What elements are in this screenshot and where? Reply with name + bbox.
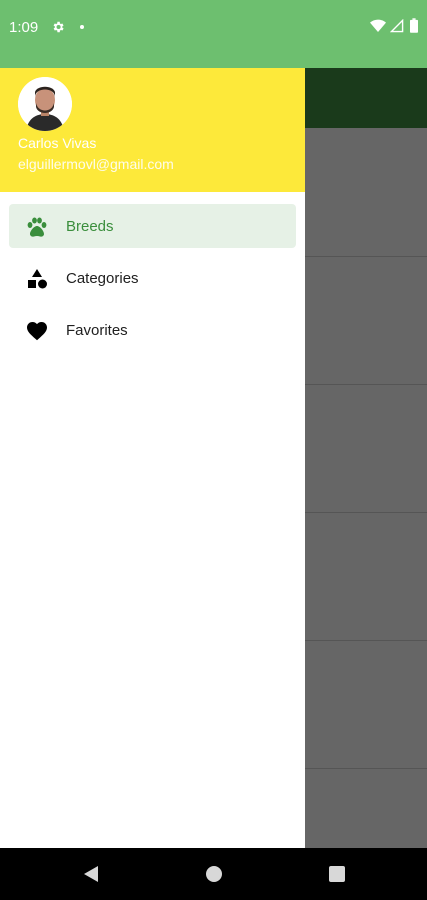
background-list[interactable] bbox=[305, 128, 427, 848]
navigation-drawer: Carlos Vivas elguillermovl@gmail.com Bre… bbox=[0, 68, 305, 848]
user-name: Carlos Vivas bbox=[18, 135, 97, 151]
back-icon[interactable] bbox=[82, 865, 100, 883]
paw-icon bbox=[27, 217, 47, 237]
heart-icon bbox=[27, 322, 47, 341]
recents-icon[interactable] bbox=[329, 866, 345, 882]
signal-icon bbox=[390, 19, 404, 33]
avatar-photo bbox=[18, 77, 72, 131]
background-app-bar bbox=[305, 68, 427, 128]
menu-item-categories[interactable]: Categories bbox=[9, 256, 296, 300]
gear-icon bbox=[53, 21, 64, 33]
notification-dot bbox=[80, 25, 84, 29]
menu-item-favorites[interactable]: Favorites bbox=[9, 308, 296, 352]
shapes-icon bbox=[28, 269, 47, 289]
system-nav-bar bbox=[0, 848, 427, 900]
list-divider bbox=[305, 512, 427, 513]
status-time: 1:09 bbox=[9, 19, 39, 36]
menu-item-breeds[interactable]: Breeds bbox=[9, 204, 296, 248]
wifi-icon bbox=[370, 19, 386, 32]
avatar[interactable] bbox=[18, 77, 72, 131]
user-email: elguillermovl@gmail.com bbox=[18, 156, 174, 172]
menu-item-label: Breeds bbox=[66, 218, 114, 235]
list-divider bbox=[305, 768, 427, 769]
menu-item-label: Favorites bbox=[66, 322, 128, 339]
drawer-header: Carlos Vivas elguillermovl@gmail.com bbox=[0, 68, 305, 192]
status-bar: 1:09 bbox=[0, 0, 427, 68]
list-divider bbox=[305, 384, 427, 385]
list-divider bbox=[305, 256, 427, 257]
menu-item-label: Categories bbox=[66, 270, 139, 287]
home-icon[interactable] bbox=[206, 866, 222, 882]
list-divider bbox=[305, 640, 427, 641]
battery-icon bbox=[410, 18, 418, 33]
